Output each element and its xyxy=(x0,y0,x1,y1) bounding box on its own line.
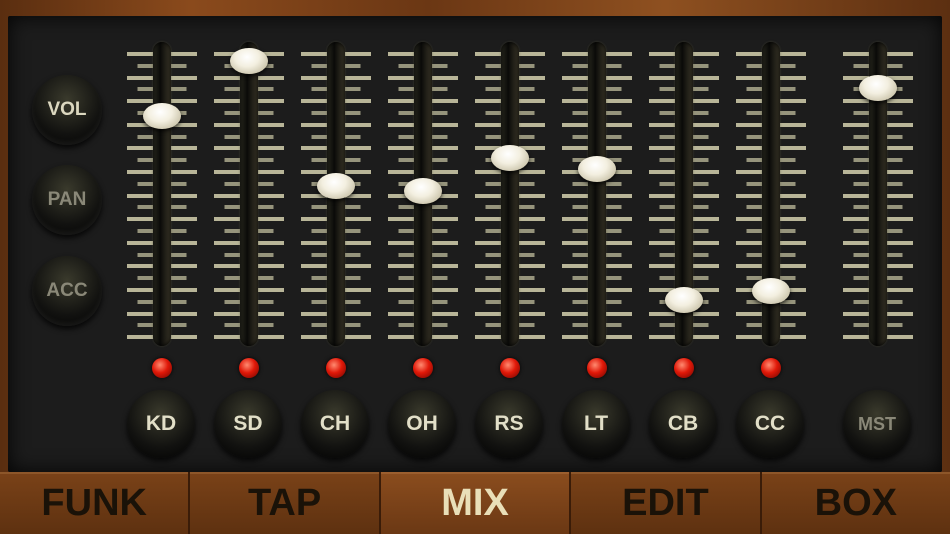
fader-knob-cb[interactable] xyxy=(665,286,703,313)
fader-track[interactable] xyxy=(588,42,606,346)
mute-led-cc[interactable] xyxy=(761,358,781,378)
tab-tap[interactable]: TAP xyxy=(190,472,381,534)
tab-funk[interactable]: FUNK xyxy=(0,472,191,534)
channel-strip-cc: CC xyxy=(726,0,816,534)
vol-button[interactable]: VOL xyxy=(32,75,102,145)
tab-box[interactable]: BOX xyxy=(761,472,950,534)
mute-led-rs[interactable] xyxy=(500,358,520,378)
ch-button[interactable]: CH xyxy=(301,390,369,458)
tab-mix[interactable]: MIX xyxy=(380,472,572,534)
mute-led-oh[interactable] xyxy=(413,358,433,378)
fader-knob-sd[interactable] xyxy=(230,47,268,74)
rs-button[interactable]: RS xyxy=(475,390,543,458)
channel-strip-cb: CB xyxy=(639,0,729,534)
fader-knob-lt[interactable] xyxy=(578,155,616,182)
channel-strip-rs: RS xyxy=(465,0,555,534)
fader-knob-kd[interactable] xyxy=(143,103,181,130)
channel-strip-kd: KD xyxy=(117,0,207,534)
channel-strip-lt: LT xyxy=(552,0,642,534)
cb-button[interactable]: CB xyxy=(649,390,717,458)
channel-strip-oh: OH xyxy=(378,0,468,534)
fader-knob-rs[interactable] xyxy=(491,144,529,171)
channel-strip-mst: MST xyxy=(833,0,923,534)
lt-button[interactable]: LT xyxy=(562,390,630,458)
channel-strip-sd: SD xyxy=(204,0,294,534)
mute-led-lt[interactable] xyxy=(587,358,607,378)
fader-track[interactable] xyxy=(501,42,519,346)
mute-led-ch[interactable] xyxy=(326,358,346,378)
mute-led-sd[interactable] xyxy=(239,358,259,378)
tab-bar: FUNK TAP MIX EDIT BOX xyxy=(0,472,950,534)
acc-button[interactable]: ACC xyxy=(32,256,102,326)
mute-led-kd[interactable] xyxy=(152,358,172,378)
pan-button[interactable]: PAN xyxy=(32,165,102,235)
channel-strip-ch: CH xyxy=(291,0,381,534)
fader-track[interactable] xyxy=(240,42,258,346)
oh-button[interactable]: OH xyxy=(388,390,456,458)
fader-track[interactable] xyxy=(153,42,171,346)
app-frame: VOL PAN ACC KD SD CH OH RS LT CB CC MST FUNK TAP… xyxy=(0,0,950,534)
fader-knob-ch[interactable] xyxy=(317,172,355,199)
mute-led-cb[interactable] xyxy=(674,358,694,378)
cc-button[interactable]: CC xyxy=(736,390,804,458)
sd-button[interactable]: SD xyxy=(214,390,282,458)
kd-button[interactable]: KD xyxy=(127,390,195,458)
tab-edit[interactable]: EDIT xyxy=(571,472,762,534)
mst-button[interactable]: MST xyxy=(843,390,911,458)
